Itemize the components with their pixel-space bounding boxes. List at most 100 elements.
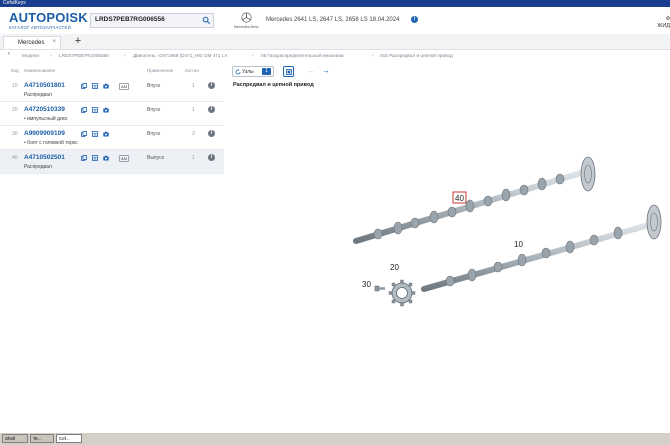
part-number-link[interactable]: A4710501801 [24, 82, 65, 89]
part-number-link[interactable]: A4720510339 [24, 106, 65, 113]
tab-label: Mercedes [18, 40, 45, 46]
applicability: Выпуск [147, 155, 164, 161]
parts-list: Код Наименование Применение Кол-во 10 A4… [0, 64, 224, 180]
header-right-text-1: Ф [665, 16, 670, 22]
close-icon[interactable]: × [52, 39, 56, 45]
breadcrumb-item-models[interactable]: Модели [22, 53, 39, 58]
part-description: • импульсный диск [24, 116, 68, 122]
catalog-icon[interactable] [92, 107, 98, 113]
impulse-disc-20[interactable] [388, 279, 416, 307]
camera-icon[interactable] [103, 155, 109, 161]
logo[interactable]: AUTOPOISK КАТАЛОГ АВТОЗАПЧАСТЕЙ [9, 11, 88, 30]
info-icon[interactable]: i [208, 130, 215, 137]
part-number-link[interactable]: A9909909109 [24, 130, 65, 137]
col-header-applicability: Применение [147, 68, 174, 73]
logo-subtitle: КАТАЛОГ АВТОЗАПЧАСТЕЙ [9, 25, 71, 30]
catalog-icon[interactable] [92, 131, 98, 137]
applicability: Впуск [147, 131, 161, 137]
next-arrow-icon[interactable]: → [322, 66, 330, 75]
callout-10[interactable]: 10 [514, 240, 523, 249]
nodes-count-badge: 1 [262, 68, 271, 75]
breadcrumb-item-engine[interactable]: Двигатель › D471968 (D471_H6) OM 471 LA [133, 53, 228, 58]
col-header-name: Наименование [24, 68, 56, 73]
table-row[interactable]: 10 A4710501801 Распредвал AM Впуск 1 i [0, 78, 224, 102]
search-icon[interactable] [202, 16, 211, 25]
mercedes-logo-icon [241, 12, 252, 23]
logo-text: AUTOPOISK [9, 10, 88, 25]
vehicle-info-icon[interactable]: i [411, 16, 418, 23]
camera-icon[interactable] [103, 131, 109, 137]
breadcrumb-sep: › [50, 53, 52, 58]
tab-mercedes[interactable]: Mercedes × [3, 36, 61, 49]
row-position: 40 [12, 155, 18, 161]
quantity: 1 [192, 107, 195, 113]
part-description: Распредвал [24, 92, 52, 98]
col-header-code: Код [11, 68, 19, 73]
camshaft-10[interactable] [421, 204, 662, 292]
header-right-text-2: ЖИД [657, 23, 670, 29]
taskbar-item-cef[interactable]: Cef... [56, 434, 82, 443]
row-position: 30 [12, 131, 18, 137]
quantity: 3 [192, 131, 195, 137]
vin-value: LRDS7PEB7RG006556 [95, 16, 165, 23]
breadcrumb-sep: › [124, 53, 126, 58]
vehicle-title: Mercedes 2641 LS, 2647 LS, 2658 LS 18.04… [266, 17, 400, 23]
nodes-label: Узлы [242, 69, 254, 75]
aftermarket-badge[interactable]: AM [119, 83, 129, 90]
copy-icon[interactable] [81, 83, 87, 89]
image-view-button[interactable] [283, 66, 294, 77]
taskbar-item-shell[interactable]: Shell [2, 434, 28, 443]
copy-icon[interactable] [81, 155, 87, 161]
breadcrumb: ‹ Модели › LRDS7PEB7RG006556 › Двигатель… [0, 51, 670, 62]
window-titlebar: CefulKeys [0, 0, 670, 7]
col-header-qty: Кол-во [185, 68, 199, 73]
part-description: • болт с головкой торкс [24, 140, 78, 146]
tab-bar: Mercedes × + [0, 34, 670, 50]
info-icon[interactable]: i [208, 154, 215, 161]
parts-diagram[interactable]: 40 10 20 30 [340, 150, 670, 330]
camera-icon[interactable] [103, 107, 109, 113]
window-title: CefulKeys [3, 0, 26, 6]
applicability: Впуск [147, 83, 161, 89]
nodes-button[interactable]: Узлы 1 [232, 66, 274, 77]
breadcrumb-item-group[interactable]: 05 Газораспределительный механизм [261, 53, 344, 58]
row-position: 10 [12, 83, 18, 89]
applicability: Впуск [147, 107, 161, 113]
aftermarket-badge[interactable]: AM [119, 155, 129, 162]
add-tab-button[interactable]: + [67, 35, 89, 48]
table-row[interactable]: 30 A9909909109 • болт с головкой торкс В… [0, 126, 224, 150]
part-number-link[interactable]: A4710502501 [24, 154, 65, 161]
breadcrumb-item-current: 015 Распредвал и цепной привод [380, 53, 453, 58]
diagram-title: Распредвал и цепной привод [233, 82, 314, 88]
callout-40[interactable]: 40 [455, 194, 464, 203]
taskbar-item-te[interactable]: Te... [30, 434, 54, 443]
row-position: 20 [12, 107, 18, 113]
copy-icon[interactable] [81, 131, 87, 137]
refresh-icon [235, 69, 241, 75]
prev-arrow-icon[interactable]: ← [307, 66, 315, 75]
quantity: 1 [192, 155, 195, 161]
callout-20[interactable]: 20 [390, 263, 399, 272]
camshaft-40[interactable] [353, 156, 596, 244]
catalog-icon[interactable] [92, 155, 98, 161]
callout-30[interactable]: 30 [362, 280, 371, 289]
breadcrumb-sep: › [252, 53, 254, 58]
brand-caption: Mercedes-Benz [234, 25, 259, 29]
app-header: AUTOPOISK КАТАЛОГ АВТОЗАПЧАСТЕЙ LRDS7PEB… [0, 7, 670, 35]
vin-search-field[interactable]: LRDS7PEB7RG006556 [90, 13, 214, 28]
breadcrumb-item-vin[interactable]: LRDS7PEB7RG006556 [59, 53, 109, 58]
copy-icon[interactable] [81, 107, 87, 113]
header-right-cut[interactable]: Ф ЖИД [656, 16, 670, 30]
catalog-icon[interactable] [92, 83, 98, 89]
breadcrumb-sep: › [372, 53, 374, 58]
table-row[interactable]: 20 A4720510339 • импульсный диск Впуск 1… [0, 102, 224, 126]
torx-bolt-30[interactable] [374, 285, 385, 292]
camera-icon[interactable] [103, 83, 109, 89]
os-taskbar: Shell Te... Cef... [0, 432, 670, 445]
info-icon[interactable]: i [208, 106, 215, 113]
back-arrow-icon[interactable]: ‹ [8, 51, 10, 57]
part-description: Распредвал [24, 164, 52, 170]
quantity: 1 [192, 83, 195, 89]
table-row-selected[interactable]: 40 A4710502501 Распредвал AM Выпуск 1 i [0, 150, 224, 174]
info-icon[interactable]: i [208, 82, 215, 89]
